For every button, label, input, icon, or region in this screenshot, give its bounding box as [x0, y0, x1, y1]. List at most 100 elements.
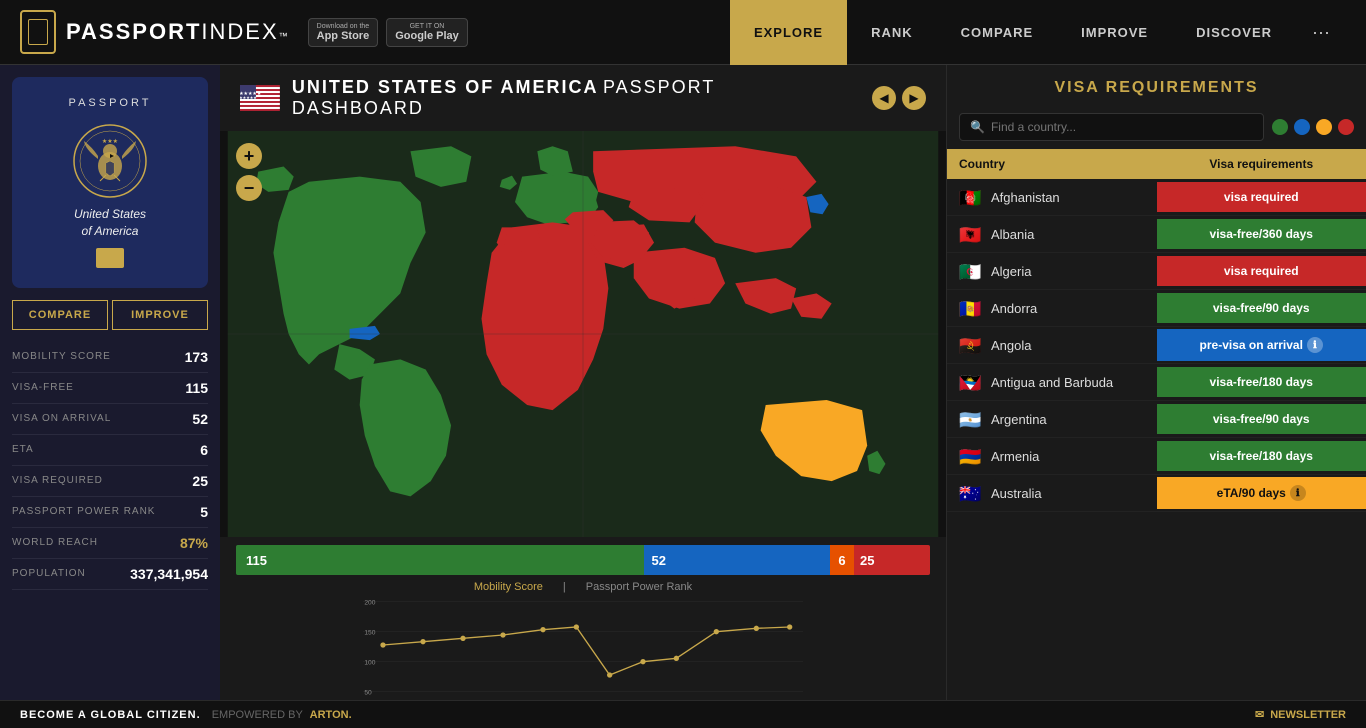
country-flag: 🇦🇷	[959, 411, 983, 427]
visa-status-cell: visa-free/90 days	[1157, 404, 1366, 434]
svg-text:50: 50	[364, 689, 372, 696]
nav-compare[interactable]: COMPARE	[937, 0, 1057, 65]
table-header: Country Visa requirements	[947, 149, 1366, 179]
footer-left: BECOME A GLOBAL CITIZEN. EMPOWERED BY AR…	[20, 709, 352, 721]
country-name-cell: 🇦🇲 Armenia	[947, 438, 1157, 474]
list-item: 🇦🇲 Armenia visa-free/180 days	[947, 438, 1366, 475]
list-item: 🇦🇩 Andorra visa-free/90 days	[947, 290, 1366, 327]
visa-status-text: visa-free/180 days	[1210, 375, 1313, 389]
zoom-out-button[interactable]: −	[236, 175, 262, 201]
country-flag: 🇦🇴	[959, 337, 983, 353]
nav-discover[interactable]: DISCOVER	[1172, 0, 1296, 65]
visa-status-cell: visa-free/90 days	[1157, 293, 1366, 323]
filter-green-dot[interactable]	[1272, 119, 1288, 135]
google-play-top: GET IT ON	[395, 23, 459, 30]
score-on-arrival-segment: 52	[644, 545, 831, 575]
app-store-badge[interactable]: Download on the App Store	[308, 18, 379, 47]
dashboard-header: ★★★★★★ ★★★★★ UNITED STATES OF AMERICA PA…	[220, 65, 946, 131]
newsletter-label: NEWSLETTER	[1270, 709, 1346, 721]
passport-country-name: United Statesof America	[32, 206, 188, 240]
stat-passport-power-rank: PASSPORT POWER RANK 5	[12, 497, 208, 528]
list-item: 🇦🇴 Angola pre-visa on arrival ℹ	[947, 327, 1366, 364]
passport-chip	[96, 248, 124, 268]
world-map[interactable]	[220, 131, 946, 537]
stat-population-value: 337,341,954	[130, 566, 208, 582]
newsletter-button[interactable]: ✉ NEWSLETTER	[1255, 708, 1346, 721]
stat-visa-on-arrival: VISA ON ARRIVAL 52	[12, 404, 208, 435]
score-eta-segment: 6	[830, 545, 854, 575]
next-country-arrow[interactable]: ▶	[902, 86, 926, 110]
search-input[interactable]	[991, 120, 1253, 134]
improve-button[interactable]: IMPROVE	[112, 300, 208, 330]
nav-improve[interactable]: IMPROVE	[1057, 0, 1172, 65]
info-icon[interactable]: ℹ	[1290, 485, 1306, 501]
country-flag: 🇦🇲	[959, 448, 983, 464]
country-name: Andorra	[991, 301, 1037, 316]
stat-eta: ETA 6	[12, 435, 208, 466]
visa-status-text: pre-visa on arrival	[1200, 338, 1303, 352]
header: PASSPORT INDEX ™ Download on the App Sto…	[0, 0, 1366, 65]
stat-passport-power-rank-value: 5	[200, 504, 208, 520]
stat-population: POPULATION 337,341,954	[12, 559, 208, 590]
score-eta-value: 6	[838, 553, 845, 568]
nav-explore[interactable]: EXPLORE	[730, 0, 847, 65]
score-required-value: 25	[860, 553, 874, 568]
zoom-in-button[interactable]: +	[236, 143, 262, 169]
chart-label-divider: |	[563, 581, 566, 593]
stat-mobility-score-label: MOBILITY SCORE	[12, 351, 111, 362]
filter-orange-dot[interactable]	[1316, 119, 1332, 135]
filter-blue-dot[interactable]	[1294, 119, 1310, 135]
visa-status-text: visa-free/360 days	[1210, 227, 1313, 241]
country-flag: 🇦🇺	[959, 485, 983, 501]
score-on-arrival-value: 52	[652, 553, 666, 568]
stat-world-reach: WORLD REACH 87%	[12, 528, 208, 559]
filter-red-dot[interactable]	[1338, 119, 1354, 135]
country-name: Angola	[991, 338, 1031, 353]
country-flag: 🇦🇩	[959, 300, 983, 316]
countries-list[interactable]: 🇦🇫 Afghanistan visa required 🇦🇱 Albania …	[947, 179, 1366, 728]
us-flag: ★★★★★★ ★★★★★	[240, 85, 280, 111]
nav-rank[interactable]: RANK	[847, 0, 937, 65]
visa-status-text: visa-free/90 days	[1213, 301, 1310, 315]
stat-mobility-score-value: 173	[185, 349, 208, 365]
visa-status-cell: eTA/90 days ℹ	[1157, 477, 1366, 509]
passport-card-title: PASSPORT	[32, 97, 188, 109]
compare-button[interactable]: COMPARE	[12, 300, 108, 330]
footer-brand: ARTON.	[310, 709, 352, 721]
list-item: 🇦🇫 Afghanistan visa required	[947, 179, 1366, 216]
search-box[interactable]: 🔍	[959, 113, 1264, 141]
visa-status-text: visa required	[1224, 264, 1299, 278]
prev-country-arrow[interactable]: ◀	[872, 86, 896, 110]
line-chart: 200 150 100 50	[236, 595, 930, 715]
country-flag: 🇦🇱	[959, 226, 983, 242]
country-name-cell: 🇦🇴 Angola	[947, 327, 1157, 363]
stats-list: MOBILITY SCORE 173 VISA-FREE 115 VISA ON…	[0, 342, 220, 728]
map-container: + −	[220, 131, 946, 537]
stat-world-reach-value: 87%	[180, 535, 208, 551]
visa-req-title: VISA REQUIREMENTS	[967, 79, 1346, 97]
left-panel: PASSPORT	[0, 65, 220, 728]
list-item: 🇦🇷 Argentina visa-free/90 days	[947, 401, 1366, 438]
passport-chip-row	[32, 248, 188, 268]
country-name-cell: 🇦🇬 Antigua and Barbuda	[947, 364, 1157, 400]
stat-visa-free: VISA-FREE 115	[12, 373, 208, 404]
logo-index: INDEX	[201, 19, 278, 45]
stat-visa-required-value: 25	[192, 473, 208, 489]
stat-visa-on-arrival-value: 52	[192, 411, 208, 427]
nav-more[interactable]: ···	[1296, 0, 1346, 65]
info-icon[interactable]: ℹ	[1307, 337, 1323, 353]
svg-text:★★★★★: ★★★★★	[240, 95, 257, 100]
main-nav: EXPLORE RANK COMPARE IMPROVE DISCOVER ··…	[730, 0, 1346, 65]
app-store-top: Download on the	[317, 23, 370, 30]
svg-text:100: 100	[364, 659, 375, 666]
svg-text:★★★: ★★★	[102, 138, 118, 145]
country-name: Argentina	[991, 412, 1047, 427]
visa-status-text: visa-free/180 days	[1210, 449, 1313, 463]
passport-card: PASSPORT	[12, 77, 208, 288]
google-play-badge[interactable]: GET IT ON Google Play	[386, 18, 468, 47]
passport-logo: PASSPORT INDEX ™	[20, 10, 288, 54]
map-controls: + −	[236, 143, 262, 201]
country-name: Afghanistan	[991, 190, 1060, 205]
chart-label-rank: Passport Power Rank	[586, 581, 692, 593]
score-bar-section: 115 52 6 25	[220, 537, 946, 579]
